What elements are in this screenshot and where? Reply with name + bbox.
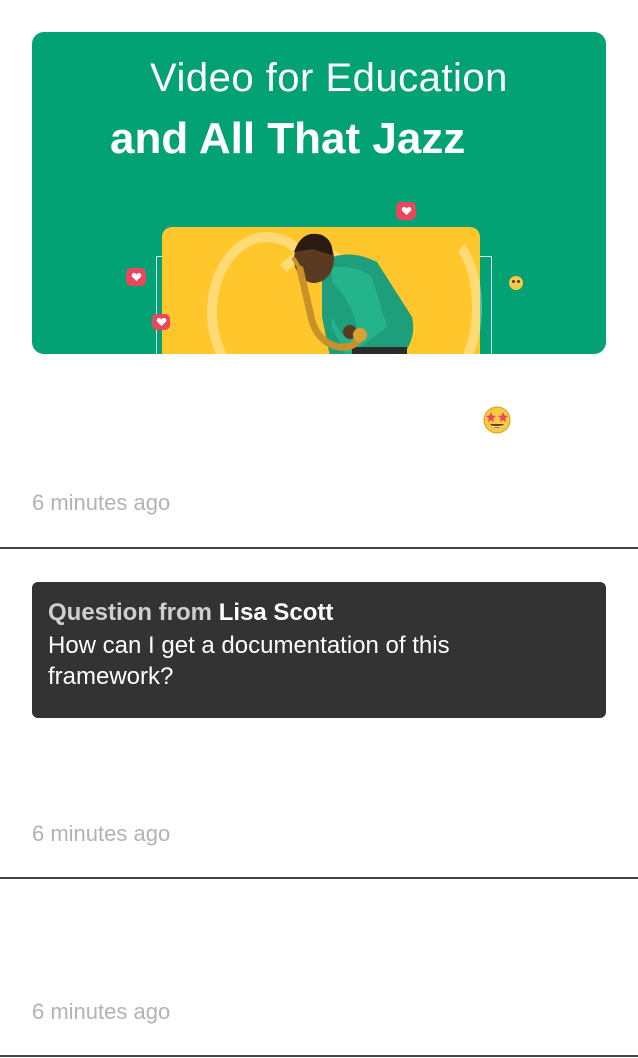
video-banner[interactable]: Video for Education and All That Jazz bbox=[32, 32, 606, 354]
post-timestamp: 6 minutes ago bbox=[32, 821, 171, 846]
heart-icon bbox=[126, 268, 146, 286]
post-timestamp: 6 minutes ago bbox=[32, 490, 171, 515]
question-card[interactable]: Question from Lisa Scott How can I get a… bbox=[32, 582, 606, 718]
banner-title-line1: Video for Education bbox=[150, 56, 508, 100]
star-struck-emoji-icon bbox=[483, 406, 511, 434]
question-body: How can I get a documentation of this fr… bbox=[48, 632, 450, 690]
banner-title-line2: and All That Jazz bbox=[110, 114, 466, 163]
post-timestamp: 6 minutes ago bbox=[32, 999, 171, 1024]
heart-icon bbox=[152, 314, 170, 330]
surprised-emoji-icon bbox=[509, 276, 523, 290]
feed-post: Question from Lisa Scott How can I get a… bbox=[0, 549, 638, 879]
feed-post: 6 minutes ago bbox=[0, 879, 638, 1057]
saxophone-player-illustration bbox=[292, 233, 414, 354]
question-author: Lisa Scott bbox=[218, 599, 334, 626]
heart-icon bbox=[396, 202, 416, 220]
question-prefix: Question from bbox=[48, 599, 213, 626]
feed-post: Video for Education and All That Jazz 6 … bbox=[0, 0, 638, 549]
question-header: Question from Lisa Scott bbox=[48, 598, 590, 628]
activity-feed: Video for Education and All That Jazz 6 … bbox=[0, 0, 638, 1058]
